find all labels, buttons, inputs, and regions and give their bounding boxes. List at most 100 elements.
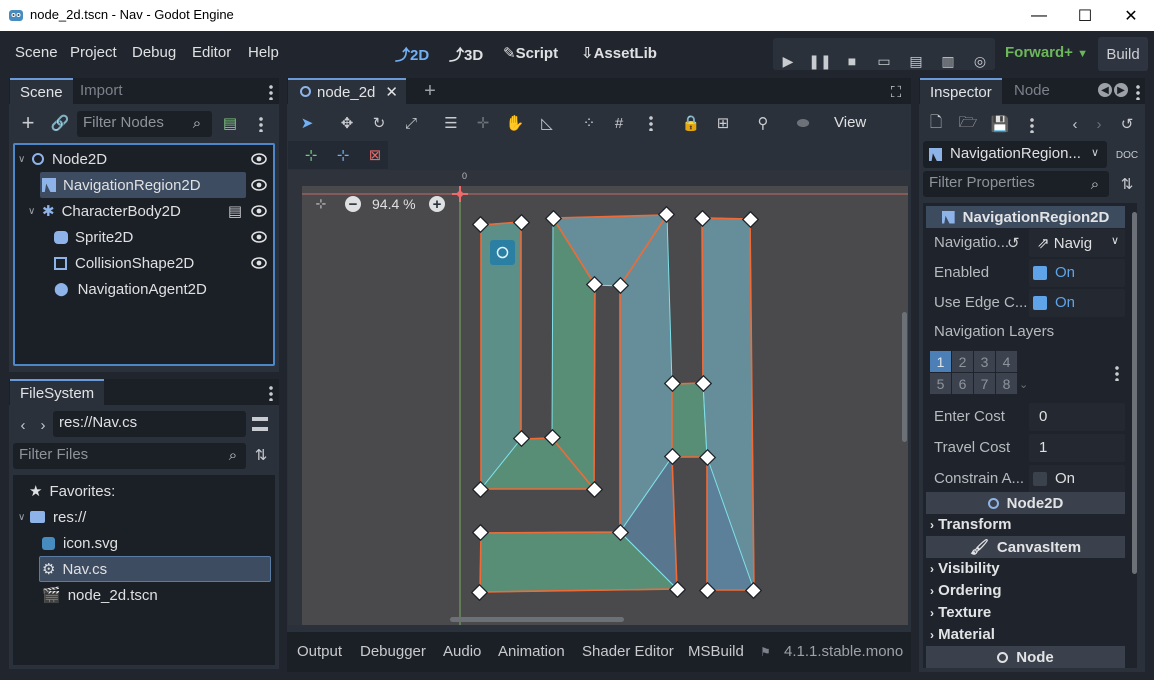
back-button[interactable]: ‹ (15, 414, 31, 436)
tree-node-navigationagent2d[interactable]: ⬤ NavigationAgent2D (54, 276, 254, 302)
group-button[interactable]: ⊞ (712, 112, 734, 134)
history-button[interactable]: ↺ (1117, 114, 1137, 134)
layer-bit-2[interactable]: 2 (952, 351, 973, 372)
distraction-free-button[interactable]: ⛶ (886, 82, 906, 102)
filesystem-menu-icon[interactable] (269, 385, 273, 401)
inspector-scrollbar[interactable] (1132, 212, 1137, 574)
inspector-dock-menu-icon[interactable] (1136, 84, 1140, 100)
revert-icon[interactable]: ↺ (1007, 234, 1020, 252)
zoom-reset-button[interactable]: ⊹ (312, 196, 330, 212)
save-resource-button[interactable]: 💾 (990, 114, 1010, 134)
tree-node-collisionshape2d[interactable]: CollisionShape2D (54, 250, 234, 276)
scene-menu-icon[interactable] (259, 116, 263, 132)
filter-properties-input[interactable]: Filter Properties (923, 171, 1109, 197)
split-view-button[interactable] (251, 416, 269, 432)
property-options-button[interactable]: ⇅ (1117, 175, 1137, 193)
attach-script-button[interactable]: ▤ (220, 112, 240, 134)
group-visibility[interactable]: › Visibility (930, 560, 1000, 577)
forward-button[interactable]: › (35, 414, 51, 436)
ruler-tool-button[interactable]: ◺ (536, 112, 558, 134)
list-select-button[interactable]: ☰ (440, 112, 462, 134)
tab-filesystem[interactable]: FileSystem (10, 379, 105, 405)
rotate-tool-button[interactable]: ↻ (368, 112, 390, 134)
tab-shader-editor[interactable]: Shader Editor (582, 643, 674, 660)
visibility-eye-icon[interactable] (251, 179, 267, 191)
menu-help[interactable]: Help (248, 44, 279, 61)
group-material[interactable]: › Material (930, 626, 995, 643)
tab-inspector[interactable]: Inspector (920, 78, 1002, 104)
layer-bit-1[interactable]: 1 (930, 351, 951, 372)
tab-node-2d[interactable]: node_2d ✕ (288, 78, 406, 104)
grid-snap-button[interactable]: # (608, 112, 630, 134)
play-scene-button[interactable]: ▤ (901, 46, 931, 76)
travel-cost-field[interactable]: 1 (1029, 434, 1125, 462)
edit-points-button[interactable]: ⊹ (332, 145, 354, 165)
menu-scene[interactable]: Scene (15, 44, 58, 61)
pan-tool-button[interactable]: ✋ (504, 112, 526, 134)
menu-debug[interactable]: Debug (132, 44, 176, 61)
horizontal-scrollbar[interactable] (450, 617, 624, 622)
layer-bit-3[interactable]: 3 (974, 351, 995, 372)
add-node-button[interactable]: + (16, 110, 40, 135)
file-icon-svg-row[interactable]: icon.svg (42, 530, 118, 556)
tab-output[interactable]: Output (297, 643, 342, 660)
sort-button[interactable]: ⇅ (252, 446, 270, 464)
navigation-polygon-resource[interactable]: ⇗ Navig ∨ (1029, 229, 1125, 257)
favorites-row[interactable]: ★ Favorites: (29, 478, 115, 504)
close-tab-icon[interactable]: ✕ (385, 83, 398, 101)
file-nav-cs-row[interactable]: ⚙ Nav.cs (42, 556, 107, 582)
layer-bit-6[interactable]: 6 (952, 373, 973, 394)
layers-menu-icon[interactable] (1115, 365, 1119, 381)
workspace-3d-button[interactable]: ⤴3D (449, 44, 483, 65)
history-back-button[interactable]: ‹ (1066, 114, 1084, 134)
tree-node-characterbody2d[interactable]: ∨ ✱ CharacterBody2D (28, 198, 238, 224)
delete-points-button[interactable]: ⊠ (364, 145, 386, 165)
layer-bit-8[interactable]: 8 (996, 373, 1017, 394)
folder-res-row[interactable]: ∨ res:// (18, 504, 86, 530)
resource-menu-icon[interactable] (1030, 117, 1034, 133)
vertical-scrollbar[interactable] (902, 312, 907, 442)
file-node2d-tscn-row[interactable]: 🎬 node_2d.tscn (42, 582, 158, 608)
path-input[interactable]: res://Nav.cs (53, 411, 246, 437)
use-edge-connections-toggle[interactable]: On (1029, 289, 1125, 317)
layer-bit-7[interactable]: 7 (974, 373, 995, 394)
tab-scene[interactable]: Scene (10, 78, 73, 104)
filter-files-input[interactable]: Filter Files (13, 443, 246, 469)
lock-button[interactable]: 🔒 (680, 112, 702, 134)
scale-tool-button[interactable]: ⤢ (400, 112, 422, 134)
move-tool-button[interactable]: ✥ (336, 112, 358, 134)
pivot-tool-button[interactable]: ✛ (472, 112, 494, 134)
group-texture[interactable]: › Texture (930, 604, 991, 621)
minimize-button[interactable]: — (1016, 0, 1062, 31)
zoom-in-button[interactable]: + (429, 196, 445, 213)
visibility-eye-icon[interactable] (251, 153, 267, 165)
remote-debug-button[interactable]: ▭ (869, 46, 899, 76)
open-script-icon[interactable]: ▤ (227, 203, 243, 220)
group-transform[interactable]: › Transform (930, 516, 1012, 533)
create-points-button[interactable]: ⊹ (300, 145, 322, 165)
object-selector[interactable]: NavigationRegion... ∨ (923, 141, 1107, 168)
tab-msbuild[interactable]: MSBuild (688, 643, 744, 660)
tab-audio[interactable]: Audio (443, 643, 481, 660)
snap-options-icon[interactable] (649, 115, 653, 131)
build-button[interactable]: Build (1098, 37, 1148, 71)
camera-override-button[interactable]: ⬬ (792, 112, 814, 134)
group-ordering[interactable]: › Ordering (930, 582, 1002, 599)
visibility-eye-icon[interactable] (251, 257, 267, 269)
expand-layers-icon[interactable]: ⌄ (1019, 378, 1028, 391)
workspace-script-button[interactable]: ✎Script (503, 44, 558, 62)
renderer-selector[interactable]: Forward+ ▼ (1005, 44, 1088, 61)
play-button[interactable]: ▶ (773, 46, 803, 76)
enabled-toggle[interactable]: On (1029, 259, 1125, 287)
visibility-eye-icon[interactable] (251, 205, 267, 217)
enter-cost-field[interactable]: 0 (1029, 403, 1125, 431)
history-forward-button[interactable]: › (1090, 114, 1108, 134)
select-tool-button[interactable]: ➤ (296, 112, 318, 134)
pause-button[interactable]: ❚❚ (805, 46, 835, 76)
menu-project[interactable]: Project (70, 44, 117, 61)
layer-bit-4[interactable]: 4 (996, 351, 1017, 372)
constrain-avoidance-toggle[interactable]: On (1029, 465, 1125, 493)
canvas-viewport[interactable] (302, 186, 908, 625)
stop-button[interactable]: ■ (837, 46, 867, 76)
zoom-level[interactable]: 94.4 % (372, 196, 416, 212)
